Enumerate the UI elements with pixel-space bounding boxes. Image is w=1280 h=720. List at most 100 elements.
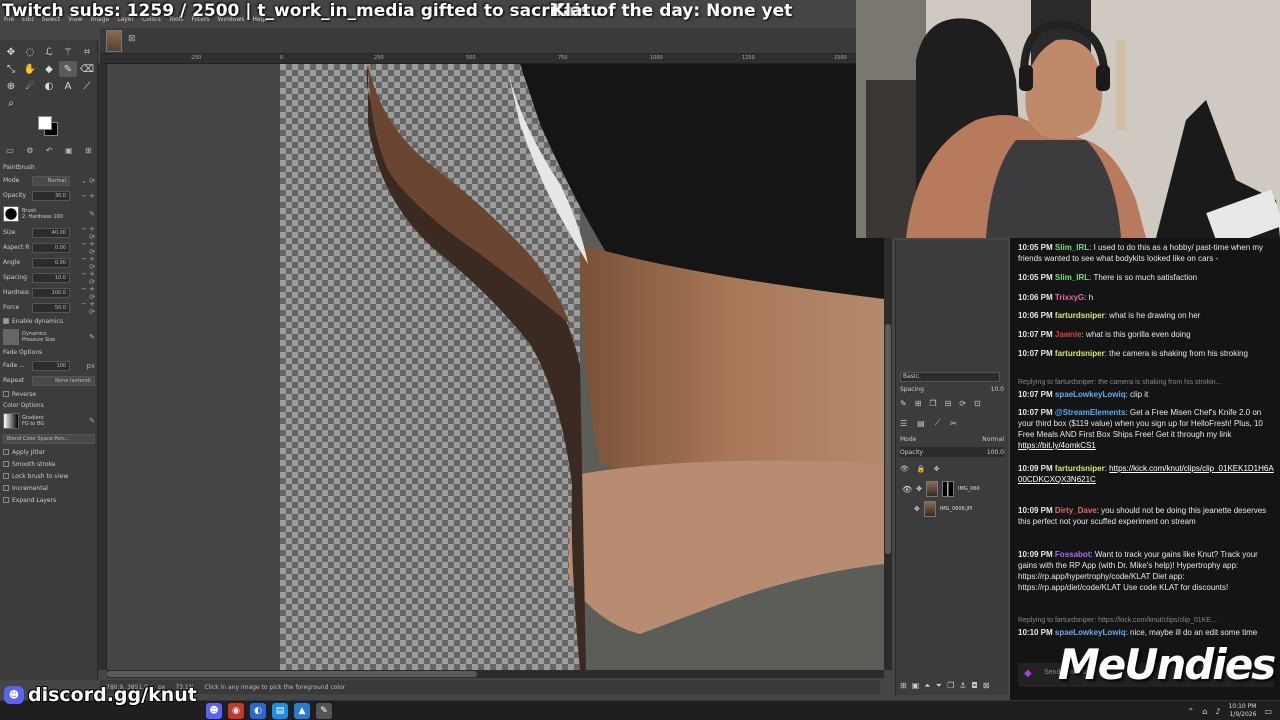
smudge-icon[interactable]: ☄ (21, 78, 39, 94)
message-user[interactable]: Fossabot (1055, 550, 1091, 559)
reverse-row[interactable]: Reverse (0, 388, 98, 400)
expand-layers-checkbox[interactable] (3, 497, 9, 503)
message-user[interactable]: spaeLowkeyLowiq (1055, 628, 1126, 637)
reply-context[interactable]: Replying to farturdsniper: https://kick.… (1018, 615, 1274, 626)
notification-icon[interactable]: ▭ (1264, 707, 1272, 716)
menu-image[interactable]: Image (90, 16, 109, 26)
message-user[interactable]: farturdsniper (1055, 311, 1105, 320)
device-status-tab-icon[interactable]: ⚙ (26, 146, 33, 160)
reverse-checkbox[interactable] (3, 391, 9, 397)
bucket-fill-icon[interactable]: ◆ (40, 61, 58, 77)
message-user[interactable]: farturdsniper (1055, 349, 1105, 358)
apply-jitter-checkbox[interactable] (3, 449, 9, 455)
size-stepper-icon[interactable]: − + ⟳ (73, 225, 95, 241)
chain-icon[interactable]: ✥ (916, 485, 922, 493)
spacing-slider[interactable]: 10.0 (32, 272, 70, 283)
images-tab-icon[interactable]: ▣ (65, 146, 73, 160)
message-user[interactable]: Jawnie (1055, 330, 1082, 339)
gimp-app-icon[interactable]: ✎ (316, 703, 332, 719)
angle-slider[interactable]: 0.00 (32, 257, 70, 268)
layers-tab-icon[interactable]: ☰ (900, 419, 907, 428)
crop-icon[interactable]: ⌗ (78, 44, 96, 60)
lock-icon[interactable]: 🔒 (917, 465, 926, 473)
enable-dynamics-row[interactable]: Enable dynamics (0, 315, 98, 327)
volume-icon[interactable]: ♪ (1215, 707, 1220, 716)
aspect-stepper-icon[interactable]: − + ⟳ (73, 240, 95, 256)
menu-edit[interactable]: Edit (22, 16, 34, 26)
rect-select-icon[interactable]: ◌ (21, 44, 39, 60)
smooth-stroke-row[interactable]: Smooth stroke (0, 458, 98, 470)
chevron-up-icon[interactable]: ⌃ (1188, 707, 1195, 716)
opacity-slider[interactable]: 30.0 (32, 190, 70, 201)
dynamics-edit-icon[interactable]: ✎ (73, 333, 95, 341)
message-link[interactable]: https://bit.ly/4omkCS1 (1018, 441, 1096, 450)
paths-tab-icon[interactable]: ⟋ (935, 418, 941, 428)
menu-file[interactable]: File (4, 16, 14, 26)
lock-brush-row[interactable]: Lock brush to view (0, 470, 98, 482)
blend-space-select[interactable]: Blend Color Space Perc... (3, 433, 95, 444)
aspect-slider[interactable]: 0.00 (32, 242, 70, 253)
duplicate-brush-icon[interactable]: ❐ (929, 399, 936, 408)
v-scroll-thumb[interactable] (885, 324, 891, 554)
menu-help[interactable]: Help (252, 16, 266, 26)
vertical-ruler[interactable] (98, 64, 107, 670)
layer-mask-thumbnail[interactable] (942, 481, 955, 497)
edge-app-icon[interactable]: ◐ (250, 703, 266, 719)
open-brush-icon[interactable]: ⊡ (974, 399, 981, 408)
horizontal-scrollbar[interactable] (107, 670, 884, 678)
dodge-icon[interactable]: ◐ (40, 78, 58, 94)
force-stepper-icon[interactable]: − + ⟳ (73, 300, 95, 316)
menu-filters[interactable]: Filters (192, 16, 210, 26)
edit-brush-icon[interactable]: ✎ (900, 399, 907, 408)
layer-name[interactable]: IMG_0606.JPI (940, 506, 972, 512)
dynamics-preview[interactable] (3, 329, 19, 345)
foreground-color[interactable] (38, 116, 52, 130)
fade-unit[interactable]: px (73, 362, 95, 370)
layer-name[interactable]: IMG_060 (958, 486, 980, 492)
warp-icon[interactable]: ✋ (21, 61, 39, 77)
visibility-eye-icon[interactable]: 👁 (902, 485, 912, 494)
layer-row[interactable]: ✥ IMG_0606.JPI (902, 500, 1006, 518)
size-slider[interactable]: 40.00 (32, 227, 70, 238)
angle-stepper-icon[interactable]: − + ⟳ (73, 255, 95, 271)
undo-tab-icon[interactable]: ✂ (950, 419, 957, 428)
files-app-icon[interactable]: ▤ (272, 703, 288, 719)
reply-context[interactable]: Replying to farturdsniper: the camera is… (1018, 377, 1274, 388)
layer-opacity-value[interactable]: 100.0 (987, 449, 1004, 456)
layer-opacity-row[interactable]: Opacity 100.0 (900, 447, 1004, 457)
lock-pixels-icon[interactable]: 👁 (900, 465, 909, 473)
channels-tab-icon[interactable]: ▤ (917, 419, 925, 428)
image-canvas[interactable] (107, 64, 884, 670)
paintbrush-icon[interactable]: ✎ (59, 61, 77, 77)
refresh-brush-icon[interactable]: ⟳ (959, 399, 966, 408)
incremental-row[interactable]: Incremental (0, 482, 98, 494)
lock-brush-checkbox[interactable] (3, 473, 9, 479)
message-user[interactable]: spaeLowkeyLowiq (1055, 390, 1126, 399)
new-brush-icon[interactable]: ⊞ (915, 399, 922, 408)
lock-position-icon[interactable]: ✥ (934, 465, 940, 473)
move-tool-icon[interactable]: ✥ (2, 44, 20, 60)
message-user[interactable]: TrixxyG (1055, 293, 1084, 302)
menu-select[interactable]: Select (42, 16, 61, 26)
menu-layer[interactable]: Layer (117, 16, 134, 26)
layer-row[interactable]: 👁 ✥ IMG_060 (902, 480, 1006, 498)
new-layer-icon[interactable]: ⊞ (900, 681, 907, 691)
fg-bg-colors[interactable] (36, 114, 60, 138)
gradient-preview[interactable] (3, 413, 19, 429)
expand-layers-row[interactable]: Expand Layers (0, 494, 98, 506)
opacity-stepper-icon[interactable]: − + (73, 192, 95, 200)
enable-dynamics-checkbox[interactable] (3, 318, 9, 324)
zoom-icon[interactable]: ⌕ (2, 95, 20, 111)
photos-app-icon[interactable]: ▲ (294, 703, 310, 719)
message-user[interactable]: farturdsniper (1055, 464, 1105, 473)
brush-edit-icon[interactable]: ✎ (73, 210, 95, 218)
anchor-layer-icon[interactable]: ⚓ (959, 681, 966, 691)
brush-preview[interactable] (3, 206, 19, 222)
brush-preset-select[interactable]: Basic. (900, 372, 1000, 382)
delete-layer-icon[interactable]: ⊠ (983, 681, 990, 691)
configure-tab-icon[interactable]: ⊞ (85, 146, 92, 160)
duplicate-layer-icon[interactable]: ❐ (947, 681, 954, 691)
eraser-icon[interactable]: ⌫ (78, 61, 96, 77)
smooth-stroke-checkbox[interactable] (3, 461, 9, 467)
repeat-select[interactable]: None (extend) (32, 375, 95, 386)
